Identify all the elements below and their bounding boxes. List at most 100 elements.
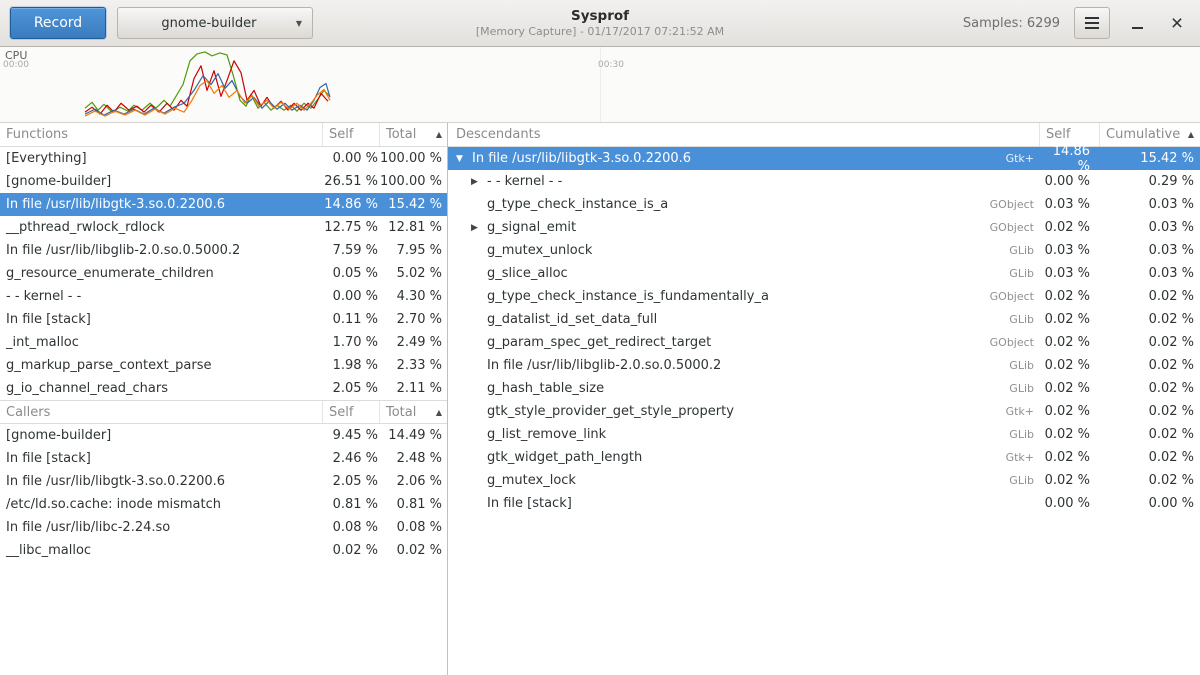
function-name: In file /usr/lib/libc-2.24.so xyxy=(0,520,323,535)
table-row[interactable]: ▶g_signal_emitGObject0.02 %0.03 % xyxy=(448,216,1200,239)
function-name-cell: g_mutex_lockGLib xyxy=(448,473,1040,488)
table-row[interactable]: gtk_style_provider_get_style_propertyGtk… xyxy=(448,400,1200,423)
table-row[interactable]: g_resource_enumerate_children0.05 %5.02 … xyxy=(0,262,447,285)
function-name: In file /usr/lib/libglib-2.0.so.0.5000.2 xyxy=(0,243,323,258)
column-header-total[interactable]: Total ▲ xyxy=(380,123,447,146)
time-tick-start: 00:00 xyxy=(3,60,29,70)
column-header-functions[interactable]: Functions xyxy=(0,123,323,146)
self-percent: 0.11 % xyxy=(323,312,380,327)
library-badge: GObject xyxy=(990,221,1040,234)
cumulative-percent: 0.03 % xyxy=(1100,220,1200,235)
column-header-self[interactable]: Self xyxy=(323,401,380,423)
close-button[interactable]: × xyxy=(1164,10,1190,36)
table-row[interactable]: In file /usr/lib/libglib-2.0.so.0.5000.2… xyxy=(0,239,447,262)
function-name-cell: g_mutex_unlock GLib xyxy=(448,243,1040,258)
table-row[interactable]: g_io_channel_read_chars2.05 %2.11 % xyxy=(0,377,447,400)
cpu-usage-graph[interactable]: CPU 00:00 00:30 xyxy=(0,47,1200,123)
table-row[interactable]: [gnome-builder]26.51 %100.00 % xyxy=(0,170,447,193)
expander-icon[interactable]: ▶ xyxy=(471,177,487,187)
function-name: _int_malloc xyxy=(0,335,323,350)
library-badge: Gtk+ xyxy=(1006,152,1040,165)
table-row[interactable]: In file /usr/lib/libglib-2.0.so.0.5000.2… xyxy=(448,354,1200,377)
cpu-series-blue xyxy=(85,74,330,115)
table-row[interactable]: g_type_check_instance_is_aGObject0.03 %0… xyxy=(448,193,1200,216)
column-header-total-label: Total xyxy=(386,127,416,142)
minimize-button[interactable] xyxy=(1124,10,1150,36)
total-percent: 5.02 % xyxy=(380,266,447,281)
function-name-cell: g_type_check_instance_is_aGObject xyxy=(448,197,1040,212)
table-row[interactable]: In file /usr/lib/libc-2.24.so0.08 %0.08 … xyxy=(0,516,447,539)
expander-icon[interactable]: ▶ xyxy=(471,223,487,233)
cumulative-percent: 0.02 % xyxy=(1100,450,1200,465)
table-row[interactable]: /etc/ld.so.cache: inode mismatch0.81 %0.… xyxy=(0,493,447,516)
expander-icon[interactable]: ▼ xyxy=(456,154,472,164)
menu-button[interactable] xyxy=(1074,7,1110,39)
column-header-cumulative[interactable]: Cumulative ▲ xyxy=(1100,123,1200,146)
function-name: g_signal_emit xyxy=(487,220,576,235)
process-selector[interactable]: gnome-builder ▼ xyxy=(117,7,313,39)
self-percent: 9.45 % xyxy=(323,428,380,443)
samples-count: Samples: 6299 xyxy=(963,16,1060,31)
function-name: In file [stack] xyxy=(0,451,323,466)
self-percent: 0.03 % xyxy=(1040,266,1100,281)
cumulative-percent: 0.29 % xyxy=(1100,174,1200,189)
function-name-cell: In file [stack] xyxy=(448,496,1040,511)
table-row[interactable]: g_markup_parse_context_parse1.98 %2.33 % xyxy=(0,354,447,377)
column-header-descendants[interactable]: Descendants xyxy=(448,123,1040,146)
table-row[interactable]: - - kernel - -0.00 %4.30 % xyxy=(0,285,447,308)
descendants-list: ▼In file /usr/lib/libgtk-3.so.0.2200.6 Gt… xyxy=(448,147,1200,515)
table-row[interactable]: g_type_check_instance_is_fundamentally_a… xyxy=(448,285,1200,308)
cumulative-percent: 0.03 % xyxy=(1100,243,1200,258)
indent-spacer xyxy=(456,204,471,205)
table-row[interactable]: g_list_remove_linkGLib0.02 %0.02 % xyxy=(448,423,1200,446)
content-panes: Functions Self Total ▲ [Everything]0.00 … xyxy=(0,123,1200,675)
function-name: /etc/ld.so.cache: inode mismatch xyxy=(0,497,323,512)
total-percent: 2.48 % xyxy=(380,451,447,466)
table-row[interactable]: __libc_malloc0.02 %0.02 % xyxy=(0,539,447,562)
functions-table-header: Functions Self Total ▲ xyxy=(0,123,447,147)
indent-spacer xyxy=(456,457,471,458)
table-row[interactable]: [gnome-builder]9.45 %14.49 % xyxy=(0,424,447,447)
function-name: In file /usr/lib/libgtk-3.so.0.2200.6 xyxy=(0,474,323,489)
cumulative-percent: 0.03 % xyxy=(1100,266,1200,281)
self-percent: 12.75 % xyxy=(323,220,380,235)
table-row[interactable]: In file /usr/lib/libgtk-3.so.0.2200.62.0… xyxy=(0,470,447,493)
record-button[interactable]: Record xyxy=(10,7,106,39)
library-badge: GLib xyxy=(1009,382,1040,395)
table-row[interactable]: ▼In file /usr/lib/libgtk-3.so.0.2200.6 Gt… xyxy=(448,147,1200,170)
self-percent: 1.98 % xyxy=(323,358,380,373)
function-name: In file [stack] xyxy=(0,312,323,327)
library-badge: GLib xyxy=(1009,474,1040,487)
library-badge: GObject xyxy=(990,198,1040,211)
table-row[interactable]: g_datalist_id_set_data_fullGLib0.02 %0.0… xyxy=(448,308,1200,331)
column-header-total[interactable]: Total ▲ xyxy=(380,401,447,423)
table-row[interactable]: In file [stack]0.11 %2.70 % xyxy=(0,308,447,331)
left-pane: Functions Self Total ▲ [Everything]0.00 … xyxy=(0,123,448,675)
table-row[interactable]: ▶- - kernel - -0.00 %0.29 % xyxy=(448,170,1200,193)
function-name-cell: g_datalist_id_set_data_fullGLib xyxy=(448,312,1040,327)
table-row[interactable]: g_mutex_unlockGLib0.03 %0.03 % xyxy=(448,239,1200,262)
cumulative-percent: 0.02 % xyxy=(1100,335,1200,350)
table-row[interactable]: In file [stack]2.46 %2.48 % xyxy=(0,447,447,470)
function-name: g_mutex_unlock xyxy=(487,243,592,258)
table-row[interactable]: g_mutex_lockGLib0.02 %0.02 % xyxy=(448,469,1200,492)
cpu-series-orange xyxy=(85,81,330,117)
headerbar: Record gnome-builder ▼ Sysprof [Memory C… xyxy=(0,0,1200,47)
library-badge: GLib xyxy=(1009,244,1040,257)
table-row[interactable]: [Everything]0.00 %100.00 % xyxy=(0,147,447,170)
total-percent: 14.49 % xyxy=(380,428,447,443)
function-name: g_param_spec_get_redirect_target xyxy=(487,335,711,350)
table-row[interactable]: g_slice_allocGLib0.03 %0.03 % xyxy=(448,262,1200,285)
table-row[interactable]: _int_malloc1.70 %2.49 % xyxy=(0,331,447,354)
column-header-callers[interactable]: Callers xyxy=(0,401,323,423)
table-row[interactable]: In file [stack]0.00 %0.00 % xyxy=(448,492,1200,515)
table-row[interactable]: g_hash_table_sizeGLib0.02 %0.02 % xyxy=(448,377,1200,400)
table-row[interactable]: gtk_widget_path_lengthGtk+0.02 %0.02 % xyxy=(448,446,1200,469)
column-header-self[interactable]: Self xyxy=(323,123,380,146)
table-row[interactable]: g_param_spec_get_redirect_targetGObject0… xyxy=(448,331,1200,354)
indent-spacer xyxy=(456,342,471,343)
table-row[interactable]: __pthread_rwlock_rdlock12.75 %12.81 % xyxy=(0,216,447,239)
timeline-gridline xyxy=(600,47,601,122)
function-name: In file /usr/lib/libgtk-3.so.0.2200.6 xyxy=(472,151,691,166)
table-row[interactable]: In file /usr/lib/libgtk-3.so.0.2200.614.… xyxy=(0,193,447,216)
